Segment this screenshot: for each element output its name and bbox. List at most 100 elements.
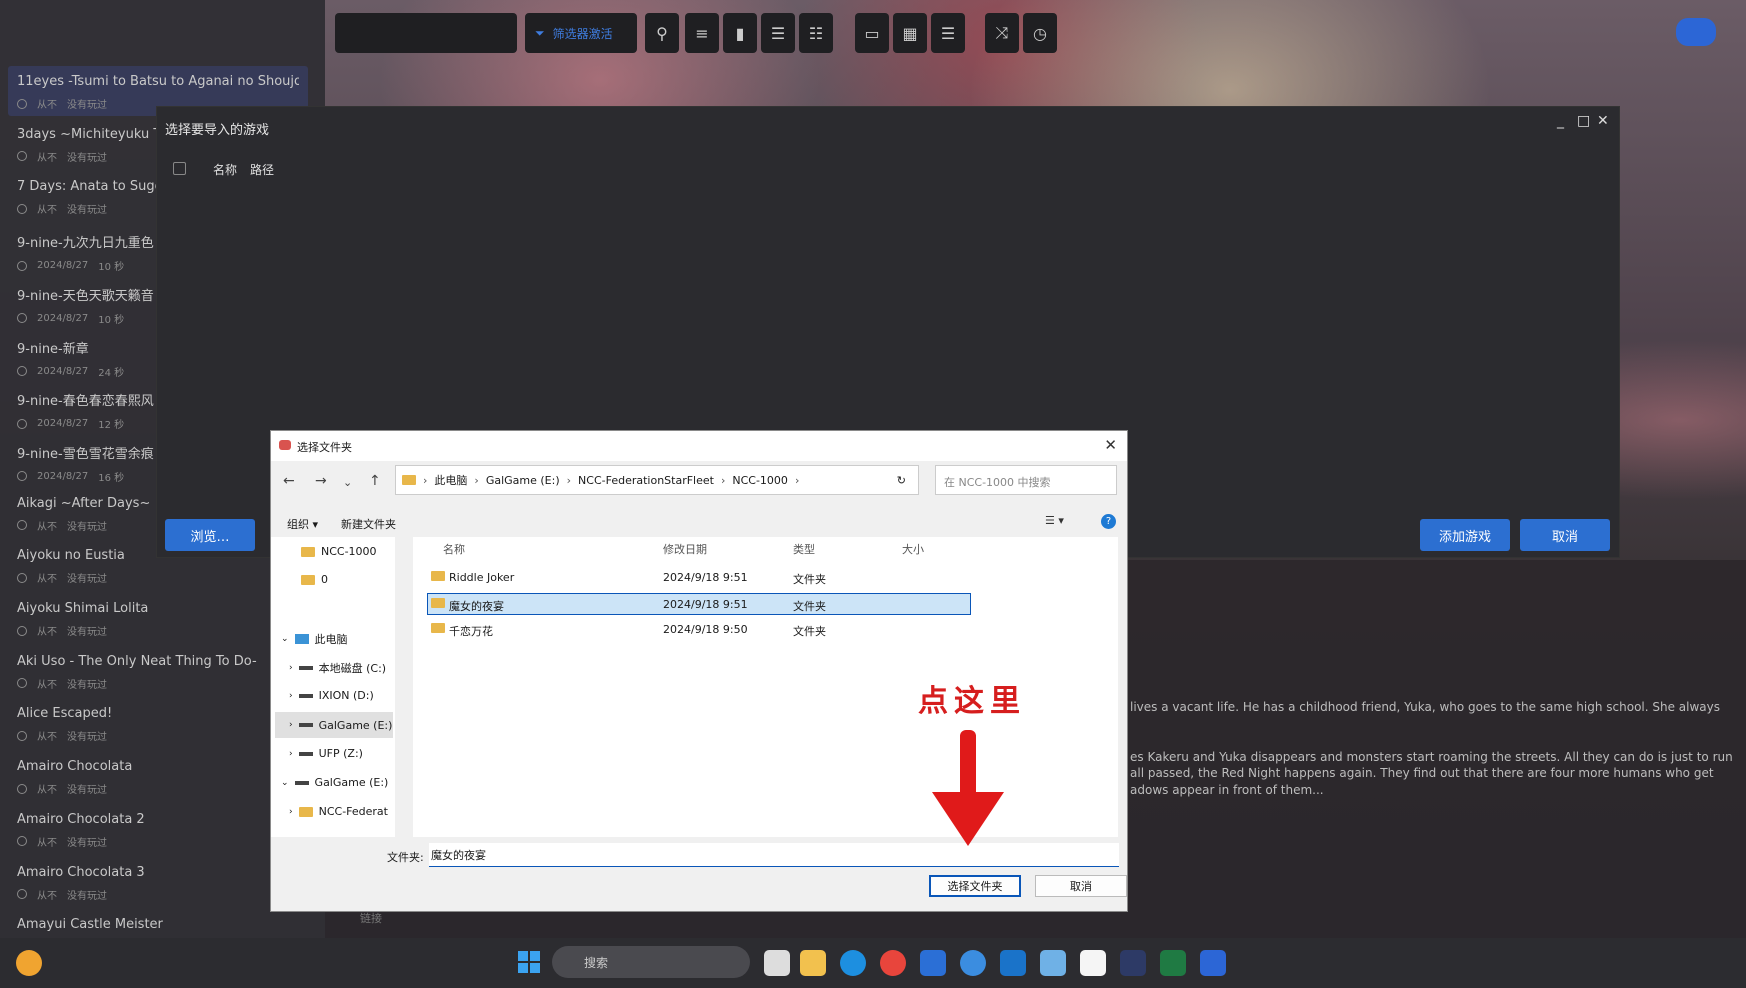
organize-menu[interactable]: 组织 ▾ <box>287 516 318 532</box>
add-games-button[interactable]: 添加游戏 <box>1420 519 1510 551</box>
taskbar-search[interactable]: 搜索 <box>552 946 750 978</box>
breadcrumb-item[interactable]: NCC-1000 <box>732 474 788 487</box>
tree-item-selected[interactable]: › GalGame (E:) <box>275 712 393 738</box>
search-icon[interactable]: ⚲ <box>645 13 679 53</box>
shuffle-icon[interactable]: ⤨ <box>985 13 1019 53</box>
outlook-icon[interactable] <box>1000 950 1026 976</box>
tree-item[interactable]: ⌄ 此电脑 <box>281 631 348 647</box>
game-list-item[interactable]: Alice Escaped! 从不 没有玩过 <box>8 698 308 748</box>
yandex-icon[interactable] <box>1080 950 1106 976</box>
search-input[interactable] <box>335 13 517 53</box>
drive-icon <box>294 780 309 785</box>
sliders-icon[interactable]: ≡ <box>685 13 719 53</box>
tree-item[interactable]: › UFP (Z:) <box>289 747 363 760</box>
computer-icon <box>294 634 309 644</box>
last-played: 从不 <box>37 205 57 217</box>
header-name[interactable]: 名称 <box>443 541 465 557</box>
game-list-item[interactable]: Aiyoku Shimai Lolita 从不 没有玩过 <box>8 593 308 643</box>
play-time: 10 秒 <box>98 262 125 274</box>
close-icon[interactable]: ✕ <box>1104 436 1117 454</box>
command-bar: 组织 ▾ 新建文件夹 ☰ ▾ ? <box>271 507 1127 537</box>
top-toolbar: ⏷ 筛选器激活 ⚲ ≡ ▮ ☰ ☷ ▭ ▦ ☰ ⤨ ◷ <box>325 0 1746 66</box>
game-meta: 从不 没有玩过 <box>17 781 299 796</box>
last-played: 从不 <box>37 890 57 902</box>
grid-icon[interactable]: ▦ <box>893 13 927 53</box>
header-type[interactable]: 类型 <box>793 541 815 557</box>
last-played: 从不 <box>37 785 57 797</box>
tree-item[interactable]: › IXION (D:) <box>289 689 374 702</box>
checklist-icon[interactable]: ☷ <box>799 13 833 53</box>
game-list-item[interactable]: Amairo Chocolata 2 从不 没有玩过 <box>8 804 308 854</box>
folder-name-input[interactable]: 魔女的夜宴 <box>429 843 1119 867</box>
file-row[interactable]: Riddle Joker 2024/9/18 9:51 文件夹 <box>427 567 971 589</box>
links-label[interactable]: 链接 <box>360 910 382 926</box>
game-title: Amairo Chocolata 2 <box>17 811 145 827</box>
details-icon[interactable]: ☰ <box>931 13 965 53</box>
picker-cancel-button[interactable]: 取消 <box>1035 875 1127 897</box>
up-icon[interactable]: ↑ <box>369 473 381 489</box>
recent-icon[interactable]: ⌄ <box>343 476 352 489</box>
tree-item[interactable]: › 本地磁盘 (C:) <box>289 660 386 676</box>
forward-icon[interactable]: → <box>315 473 327 489</box>
last-played: 2024/8/27 <box>37 418 89 430</box>
tree-item[interactable]: 0 <box>301 573 328 586</box>
file-row-selected[interactable]: 魔女的夜宴 2024/9/18 9:51 文件夹 <box>427 593 971 615</box>
last-played: 从不 <box>37 732 57 744</box>
clock-icon <box>17 151 27 162</box>
list-icon[interactable]: ☰ <box>761 13 795 53</box>
folder-search-input[interactable]: 在 NCC-1000 中搜索 <box>935 465 1117 495</box>
help-icon[interactable]: ? <box>1101 514 1116 529</box>
bookmark-icon[interactable]: ▮ <box>723 13 757 53</box>
drive-icon <box>298 693 313 698</box>
cancel-button[interactable]: 取消 <box>1520 519 1610 551</box>
tree-item[interactable]: ⌄ GalGame (E:) <box>281 776 388 789</box>
header-modified[interactable]: 修改日期 <box>663 541 707 557</box>
close-button[interactable]: ✕ <box>1597 113 1609 129</box>
maximize-button[interactable]: □ <box>1577 113 1590 129</box>
app-icon <box>279 440 291 450</box>
header-size[interactable]: 大小 <box>902 541 924 557</box>
chrome-icon[interactable] <box>880 950 906 976</box>
refresh-icon[interactable]: ↻ <box>897 474 906 487</box>
back-icon[interactable]: ← <box>283 473 295 489</box>
file-explorer-icon[interactable] <box>800 950 826 976</box>
filter-button[interactable]: ⏷ 筛选器激活 <box>525 13 637 53</box>
clock-icon[interactable]: ◷ <box>1023 13 1057 53</box>
breadcrumb-item[interactable]: NCC-FederationStarFleet <box>578 474 714 487</box>
annotation-arrow-head <box>932 792 1004 846</box>
file-row[interactable]: 千恋万花 2024/9/18 9:50 文件夹 <box>427 619 971 641</box>
last-played: 2024/8/27 <box>37 470 89 482</box>
store-icon[interactable] <box>920 950 946 976</box>
app-icon[interactable] <box>1120 950 1146 976</box>
clock-icon <box>17 260 27 271</box>
tree-item[interactable]: › NCC-Federat <box>289 805 388 818</box>
panel-icon[interactable]: ▭ <box>855 13 889 53</box>
minimize-button[interactable]: _ <box>1557 113 1564 129</box>
start-icon[interactable] <box>518 951 540 973</box>
excel-icon[interactable] <box>1160 950 1186 976</box>
clock-icon <box>17 366 27 376</box>
address-bar[interactable]: › 此电脑 › GalGame (E:) › NCC-FederationSta… <box>395 465 919 495</box>
game-list-item[interactable]: Amairo Chocolata 从不 没有玩过 <box>8 751 308 801</box>
new-folder-button[interactable]: 新建文件夹 <box>341 516 396 532</box>
folder-icon <box>301 546 315 557</box>
playnite-icon[interactable] <box>1200 950 1226 976</box>
clock-icon <box>17 572 27 583</box>
select-all-checkbox[interactable] <box>173 162 186 175</box>
task-view-icon[interactable] <box>764 950 790 976</box>
clock-icon <box>17 836 27 847</box>
view-options-icon[interactable]: ☰ ▾ <box>1045 514 1064 527</box>
breadcrumb-item[interactable]: GalGame (E:) <box>486 474 560 487</box>
edge-icon[interactable] <box>840 950 866 976</box>
tree-item[interactable]: NCC-1000 <box>301 545 377 558</box>
select-folder-button[interactable]: 选择文件夹 <box>929 875 1021 897</box>
play-time: 没有玩过 <box>67 837 107 849</box>
g-app-icon[interactable] <box>960 950 986 976</box>
game-list-item[interactable]: Amairo Chocolata 3 从不 没有玩过 <box>8 857 308 907</box>
gamepad-icon[interactable] <box>1676 18 1716 46</box>
remote-desktop-icon[interactable] <box>1040 950 1066 976</box>
breadcrumb-item[interactable]: 此电脑 <box>434 472 467 488</box>
browse-button[interactable]: 浏览… <box>165 519 255 551</box>
weather-icon[interactable] <box>16 950 42 976</box>
game-list-item[interactable]: Aki Uso - The Only Neat Thing To Do- 从不 没有… <box>8 646 308 696</box>
